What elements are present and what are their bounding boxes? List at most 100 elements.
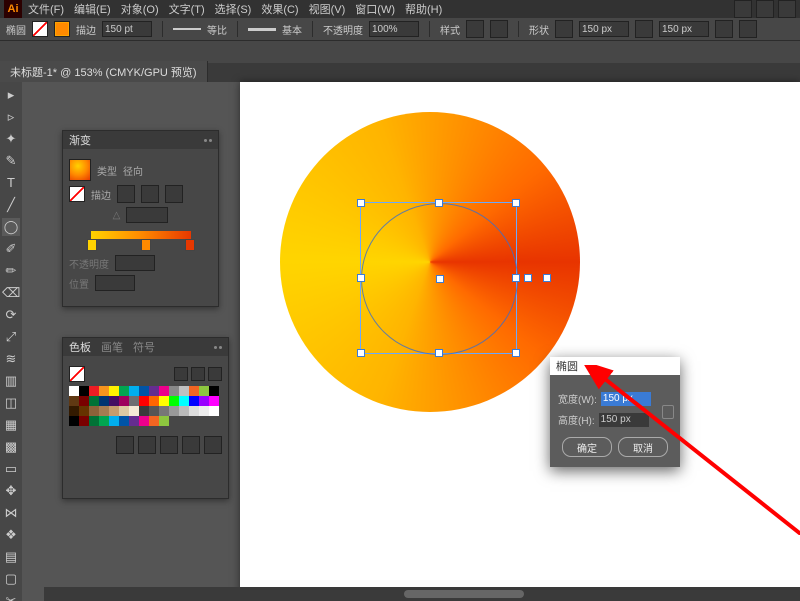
- swatch-cell[interactable]: [209, 386, 219, 396]
- link-dimensions-icon[interactable]: [662, 405, 674, 419]
- swatch-cell[interactable]: [69, 396, 79, 406]
- resize-handle[interactable]: [512, 199, 520, 207]
- swatches-panel[interactable]: 色板 画笔 符号: [62, 337, 229, 499]
- width-field-top[interactable]: [579, 21, 629, 37]
- gradient-stop-position-field[interactable]: [95, 275, 135, 291]
- menu-edit[interactable]: 编辑(E): [74, 1, 111, 17]
- gradient-panel-tab[interactable]: 渐变: [69, 132, 91, 148]
- height-field-top[interactable]: [659, 21, 709, 37]
- scrollbar-thumb[interactable]: [404, 590, 524, 598]
- free-transform-tool[interactable]: ▥: [2, 372, 20, 390]
- swatch-cell[interactable]: [199, 386, 209, 396]
- swatches-tab[interactable]: 色板: [69, 339, 91, 355]
- gradient-type-value[interactable]: 径向: [123, 163, 143, 178]
- swatch-filter-icon[interactable]: [191, 367, 205, 381]
- swatch-cell[interactable]: [109, 396, 119, 406]
- swatch-cell[interactable]: [209, 396, 219, 406]
- swatch-cell[interactable]: [99, 386, 109, 396]
- style-label[interactable]: 基本: [282, 22, 302, 37]
- scale-tool[interactable]: ⤢: [2, 328, 20, 346]
- swatch-cell[interactable]: [129, 396, 139, 406]
- swatch-cell[interactable]: [179, 396, 189, 406]
- window-mode-icon[interactable]: [734, 0, 752, 18]
- swatch-cell[interactable]: [159, 406, 169, 416]
- rotate-tool[interactable]: ⟳: [2, 306, 20, 324]
- swatch-cell[interactable]: [169, 406, 179, 416]
- slice-tool[interactable]: ✂: [2, 592, 20, 601]
- swatch-cell[interactable]: [159, 386, 169, 396]
- gradient-angle-field[interactable]: [126, 207, 168, 223]
- menu-effect[interactable]: 效果(C): [261, 1, 298, 17]
- new-swatch-icon[interactable]: [160, 436, 178, 454]
- swatch-cell[interactable]: [79, 396, 89, 406]
- transform-icon[interactable]: [490, 20, 508, 38]
- stroke-preview-icon[interactable]: [173, 28, 201, 30]
- swatch-cell[interactable]: [149, 406, 159, 416]
- panel-menu-icon[interactable]: [204, 139, 212, 142]
- fill-stroke-mini-icon[interactable]: [69, 366, 85, 382]
- swatch-cell[interactable]: [89, 406, 99, 416]
- artboard[interactable]: [240, 82, 800, 601]
- widget-handle[interactable]: [543, 274, 551, 282]
- gradient-stop-opacity-field[interactable]: [115, 255, 155, 271]
- swatch-cell[interactable]: [209, 406, 219, 416]
- swatch-cell[interactable]: [109, 416, 119, 426]
- swatch-cell[interactable]: [79, 386, 89, 396]
- resize-handle[interactable]: [357, 349, 365, 357]
- resize-handle[interactable]: [512, 349, 520, 357]
- swatch-cell[interactable]: [129, 406, 139, 416]
- cancel-button[interactable]: 取消: [618, 437, 668, 457]
- menu-help[interactable]: 帮助(H): [405, 1, 442, 17]
- swatch-cell[interactable]: [129, 416, 139, 426]
- swatch-cell[interactable]: [79, 416, 89, 426]
- gradient-preview-swatch[interactable]: [69, 159, 91, 181]
- selection-tool[interactable]: ▸: [2, 86, 20, 104]
- resize-handle[interactable]: [435, 199, 443, 207]
- swatch-cell[interactable]: [139, 416, 149, 426]
- swatch-cell[interactable]: [189, 396, 199, 406]
- gradient-stop[interactable]: [185, 239, 195, 251]
- horizontal-scrollbar[interactable]: [44, 587, 800, 601]
- swatch-cell[interactable]: [189, 386, 199, 396]
- swatch-cell[interactable]: [119, 396, 129, 406]
- arrange-icon[interactable]: [756, 0, 774, 18]
- swatch-cell[interactable]: [89, 386, 99, 396]
- shape-builder-tool[interactable]: ◫: [2, 394, 20, 412]
- symbols-tab[interactable]: 符号: [133, 339, 155, 355]
- resize-handle[interactable]: [435, 349, 443, 357]
- swatch-cell[interactable]: [99, 396, 109, 406]
- menu-object[interactable]: 对象(O): [121, 1, 159, 17]
- resize-handle[interactable]: [357, 199, 365, 207]
- swatch-cell[interactable]: [169, 396, 179, 406]
- swatch-cell[interactable]: [149, 416, 159, 426]
- swatch-list-icon[interactable]: [208, 367, 222, 381]
- menu-type[interactable]: 文字(T): [169, 1, 205, 17]
- swatch-cell[interactable]: [119, 416, 129, 426]
- document-tab[interactable]: 未标题-1* @ 153% (CMYK/GPU 预览): [0, 61, 208, 83]
- resize-handle[interactable]: [357, 274, 365, 282]
- gradient-slider[interactable]: [91, 231, 191, 239]
- swatch-cell[interactable]: [199, 406, 209, 416]
- swatch-cell[interactable]: [139, 386, 149, 396]
- perspective-tool[interactable]: ▦: [2, 416, 20, 434]
- ellipse-tool[interactable]: ◯: [2, 218, 20, 236]
- center-point[interactable]: [436, 275, 444, 283]
- swatch-cell[interactable]: [129, 386, 139, 396]
- swatch-library-icon[interactable]: [116, 436, 134, 454]
- fill-swatch[interactable]: [32, 21, 48, 37]
- magic-wand-tool[interactable]: ✦: [2, 130, 20, 148]
- width-tool[interactable]: ≋: [2, 350, 20, 368]
- menu-window[interactable]: 窗口(W): [355, 1, 395, 17]
- swatch-cell[interactable]: [69, 406, 79, 416]
- opacity-field[interactable]: [369, 21, 419, 37]
- swatch-cell[interactable]: [149, 396, 159, 406]
- gradient-panel[interactable]: 渐变 类型 径向 描边 △: [62, 130, 219, 307]
- swatch-cell[interactable]: [119, 386, 129, 396]
- swatch-cell[interactable]: [69, 416, 79, 426]
- direct-selection-tool[interactable]: ▹: [2, 108, 20, 126]
- menu-file[interactable]: 文件(F): [28, 1, 64, 17]
- recolor-icon[interactable]: [466, 20, 484, 38]
- paintbrush-tool[interactable]: ✐: [2, 240, 20, 258]
- brush-preview-icon[interactable]: [248, 28, 276, 31]
- dialog-width-field[interactable]: [601, 392, 651, 406]
